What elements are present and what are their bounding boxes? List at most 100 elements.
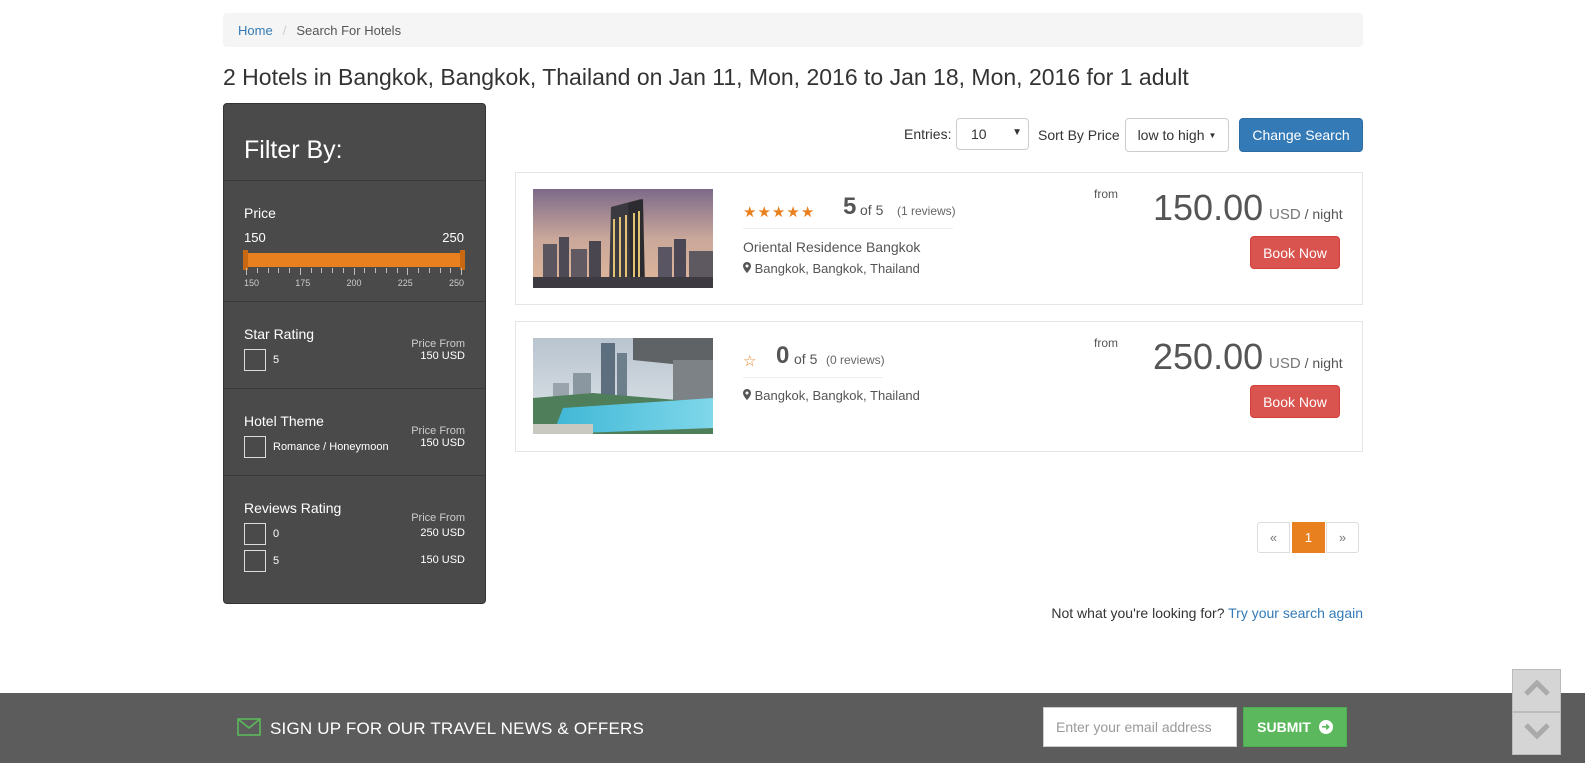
pagination-page[interactable]: 1 bbox=[1292, 522, 1325, 553]
price-from-label: Price From bbox=[411, 425, 465, 437]
hotel-price: 150.00 bbox=[1153, 187, 1264, 228]
hotel-image[interactable] bbox=[533, 189, 713, 288]
hotel-location: Bangkok, Bangkok, Thailand bbox=[743, 388, 920, 403]
rating-score: 5 bbox=[843, 193, 857, 220]
price-filter-title: Price bbox=[244, 205, 276, 221]
price-slider-tick-labels: 150 175 200 225 250 bbox=[244, 278, 464, 288]
breadcrumb-current: Search For Hotels bbox=[296, 22, 402, 38]
price-slider-ticks bbox=[246, 268, 462, 275]
tick-label: 150 bbox=[244, 278, 260, 288]
hotel-theme-price-from: Price From 150 USD bbox=[411, 425, 465, 449]
chevron-down-icon bbox=[1523, 722, 1551, 745]
reviews-rating-price-from-label: Price From bbox=[411, 512, 465, 524]
hotel-name-link[interactable]: Oriental Residence Bangkok bbox=[743, 239, 920, 255]
hotel-theme-option[interactable]: Romance / Honeymoon bbox=[244, 436, 389, 458]
newsletter-title: SIGN UP FOR OUR TRAVEL NEWS & OFFERS bbox=[270, 719, 645, 738]
star-rating-option[interactable]: 5 bbox=[244, 349, 279, 371]
price-from-value: 150 USD bbox=[420, 350, 465, 362]
envelope-icon bbox=[237, 718, 261, 736]
reviews-rating-option[interactable]: 5 bbox=[244, 550, 279, 572]
hotel-theme-option-label: Romance / Honeymoon bbox=[273, 441, 389, 453]
reviews-rating-option-label: 5 bbox=[273, 555, 280, 567]
page-title: 2 Hotels in Bangkok, Bangkok, Thailand o… bbox=[223, 64, 1189, 90]
newsletter-band bbox=[0, 693, 1585, 782]
caret-down-icon: ▼ bbox=[1208, 130, 1217, 140]
scroll-controls bbox=[1512, 669, 1561, 755]
price-slider-max-handle[interactable] bbox=[460, 250, 465, 270]
rating-of: of 5 bbox=[860, 202, 884, 218]
price-currency: USD bbox=[1269, 206, 1301, 223]
hotel-location-text: Bangkok, Bangkok, Thailand bbox=[754, 388, 920, 403]
star-rating-display: ☆ bbox=[743, 352, 757, 370]
hotel-location: Bangkok, Bangkok, Thailand bbox=[743, 261, 920, 276]
star-rating-price-from: Price From 150 USD bbox=[411, 338, 465, 362]
pagination: « 1 » bbox=[1257, 522, 1359, 553]
price-per: / night bbox=[1304, 206, 1343, 222]
sort-value: low to high bbox=[1137, 127, 1205, 143]
tick-label: 250 bbox=[448, 278, 464, 288]
breadcrumb: Home / Search For Hotels bbox=[223, 13, 1363, 47]
scroll-up-button[interactable] bbox=[1512, 669, 1561, 712]
from-label: from bbox=[1094, 336, 1118, 350]
price-range-slider[interactable] bbox=[243, 250, 465, 270]
price-from-label: Price From bbox=[411, 512, 465, 524]
price-range-labels: 150 250 bbox=[244, 230, 464, 245]
hotel-image[interactable] bbox=[533, 338, 713, 434]
submit-button[interactable]: SUBMIT ➜ bbox=[1243, 707, 1347, 747]
star-icon: ★ bbox=[800, 204, 816, 221]
map-marker-icon bbox=[743, 261, 755, 276]
entries-label: Entries: bbox=[904, 126, 952, 142]
caret-down-icon: ▼ bbox=[1012, 127, 1022, 138]
hotel-location-text: Bangkok, Bangkok, Thailand bbox=[754, 261, 920, 276]
change-search-button[interactable]: Change Search bbox=[1239, 118, 1363, 152]
star-rating-display: ★★★★★ bbox=[743, 203, 815, 221]
price-from-label: Price From bbox=[411, 338, 465, 350]
rating-score: 0 bbox=[776, 342, 790, 369]
not-found-message: Not what you're looking for? Try your se… bbox=[1051, 605, 1363, 621]
reviews-rating-filter: Reviews Rating Price From 0 250 USD 5 15… bbox=[224, 476, 485, 602]
filter-title: Filter By: bbox=[224, 104, 485, 181]
star-icon: ★ bbox=[771, 204, 787, 221]
breadcrumb-home-link[interactable]: Home bbox=[238, 23, 273, 38]
star-rating-checkbox[interactable] bbox=[244, 349, 266, 371]
book-now-button[interactable]: Book Now bbox=[1250, 236, 1340, 269]
reviews-rating-option-label: 0 bbox=[273, 528, 280, 540]
price-per: / night bbox=[1304, 355, 1343, 371]
star-icon: ★ bbox=[757, 204, 772, 221]
tick-label: 200 bbox=[346, 278, 362, 288]
reviews-rating-option[interactable]: 0 bbox=[244, 523, 279, 545]
not-found-text: Not what you're looking for? bbox=[1051, 605, 1225, 621]
star-rating-filter: Star Rating 5 Price From 150 USD bbox=[224, 302, 485, 389]
rating-of: of 5 bbox=[794, 351, 818, 367]
hotel-price: 250.00 bbox=[1153, 336, 1264, 377]
breadcrumb-separator: / bbox=[282, 22, 287, 38]
review-count: (1 reviews) bbox=[897, 204, 956, 218]
email-input[interactable] bbox=[1043, 707, 1237, 747]
arrow-circle-right-icon: ➜ bbox=[1318, 720, 1333, 734]
price-unit: USD / night bbox=[1269, 206, 1343, 223]
entries-select[interactable]: 10 ▼ bbox=[956, 118, 1029, 150]
sort-dropdown-button[interactable]: low to high ▼ bbox=[1125, 118, 1229, 152]
reviews-rating-title: Reviews Rating bbox=[244, 500, 342, 516]
book-now-button[interactable]: Book Now bbox=[1250, 385, 1340, 418]
price-slider-min-handle[interactable] bbox=[243, 250, 248, 270]
price-range-min: 150 bbox=[244, 230, 266, 245]
price-range-max: 250 bbox=[442, 230, 464, 245]
star-rating-option-label: 5 bbox=[273, 354, 280, 366]
from-label: from bbox=[1094, 187, 1118, 201]
entries-value: 10 bbox=[971, 126, 987, 142]
chevron-up-icon bbox=[1523, 679, 1551, 702]
hotel-theme-checkbox[interactable] bbox=[244, 436, 266, 458]
reviews-rating-price: 250 USD bbox=[420, 527, 465, 539]
hotel-theme-title: Hotel Theme bbox=[244, 413, 324, 429]
reviews-rating-checkbox[interactable] bbox=[244, 550, 266, 572]
hotel-theme-filter: Hotel Theme Romance / Honeymoon Price Fr… bbox=[224, 389, 485, 476]
rating-divider bbox=[743, 377, 883, 378]
pagination-next[interactable]: » bbox=[1326, 522, 1359, 553]
scroll-down-button[interactable] bbox=[1512, 712, 1561, 755]
price-from-value: 150 USD bbox=[420, 437, 465, 449]
tick-label: 225 bbox=[397, 278, 413, 288]
try-search-again-link[interactable]: Try your search again bbox=[1228, 605, 1363, 621]
reviews-rating-checkbox[interactable] bbox=[244, 523, 266, 545]
pagination-prev[interactable]: « bbox=[1257, 522, 1290, 553]
